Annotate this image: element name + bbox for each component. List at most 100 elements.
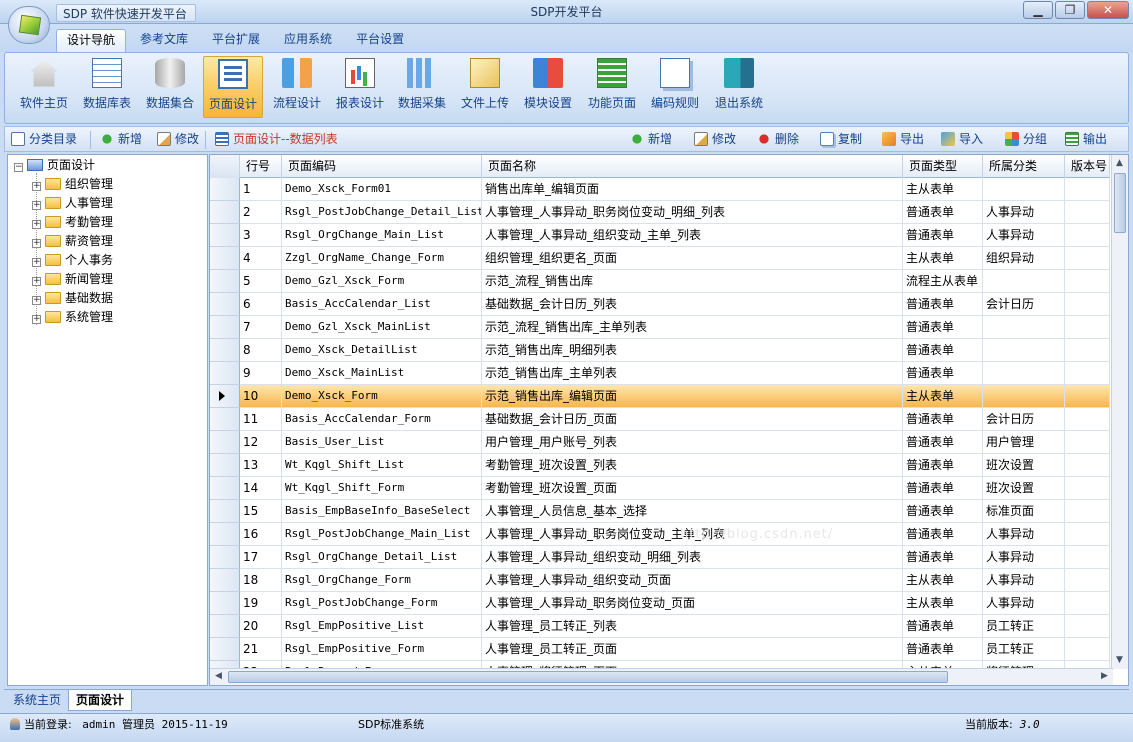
column-header-version[interactable]: 版本号: [1065, 155, 1110, 178]
cell-page-name[interactable]: 人事管理_人事异动_组织变动_页面: [482, 569, 903, 592]
dataset-button[interactable]: 数据集合: [141, 56, 199, 118]
row-header[interactable]: [210, 431, 240, 454]
database-table-button[interactable]: 数据库表: [77, 56, 137, 118]
column-header-row-number[interactable]: 行号: [240, 155, 282, 178]
expand-icon[interactable]: +: [32, 201, 41, 210]
expand-icon[interactable]: +: [32, 315, 41, 324]
cell-page-type[interactable]: 主从表单: [903, 385, 983, 408]
cell-category[interactable]: 人事异动: [983, 201, 1065, 224]
scroll-down-icon[interactable]: ▼: [1112, 653, 1127, 668]
tab-platform-settings[interactable]: 平台设置: [346, 29, 414, 52]
table-row[interactable]: 9 Demo_Xsck_MainList 示范_销售出库_主单列表 普通表单: [240, 362, 1110, 385]
cell-category[interactable]: [983, 316, 1065, 339]
software-home-button[interactable]: 软件主页: [15, 56, 73, 118]
cell-category[interactable]: 标准页面: [983, 500, 1065, 523]
cell-page-code[interactable]: Demo_Gzl_Xsck_MainList: [282, 316, 482, 339]
table-row[interactable]: 5 Demo_Gzl_Xsck_Form 示范_流程_销售出库 流程主从表单: [240, 270, 1110, 293]
cell-version[interactable]: [1065, 500, 1110, 523]
row-header[interactable]: [210, 293, 240, 316]
cell-version[interactable]: [1065, 431, 1110, 454]
cell-page-name[interactable]: 示范_销售出库_明细列表: [482, 339, 903, 362]
tab-platform-extension[interactable]: 平台扩展: [202, 29, 270, 52]
file-upload-button[interactable]: 文件上传: [456, 56, 514, 118]
cell-page-code[interactable]: Wt_Kqgl_Shift_List: [282, 454, 482, 477]
cell-page-type[interactable]: 普通表单: [903, 615, 983, 638]
group-button[interactable]: 分组: [1005, 131, 1047, 149]
vertical-scrollbar[interactable]: ▲ ▼: [1111, 155, 1128, 669]
cell-row-number[interactable]: 7: [240, 316, 282, 339]
scroll-right-icon[interactable]: ▶: [1097, 669, 1112, 684]
flow-design-button[interactable]: 流程设计: [267, 56, 327, 118]
cell-page-name[interactable]: 示范_销售出库_主单列表: [482, 362, 903, 385]
cell-row-number[interactable]: 2: [240, 201, 282, 224]
cell-page-code[interactable]: Demo_Xsck_Form01: [282, 178, 482, 201]
function-page-button[interactable]: 功能页面: [582, 56, 642, 118]
cell-version[interactable]: [1065, 408, 1110, 431]
table-row[interactable]: 8 Demo_Xsck_DetailList 示范_销售出库_明细列表 普通表单: [240, 339, 1110, 362]
cell-version[interactable]: [1065, 270, 1110, 293]
restore-button[interactable]: ❐: [1055, 1, 1085, 19]
table-row[interactable]: 11 Basis_AccCalendar_Form 基础数据_会计日历_页面 普通表单…: [240, 408, 1110, 431]
cell-page-name[interactable]: 人事管理_员工转正_页面: [482, 638, 903, 661]
select-all-corner[interactable]: [210, 155, 240, 178]
table-row[interactable]: 6 Basis_AccCalendar_List 基础数据_会计日历_列表 普通表单会…: [240, 293, 1110, 316]
tree-node[interactable]: + 基础数据: [32, 289, 113, 307]
delete-button[interactable]: 删除: [757, 131, 799, 149]
cell-row-number[interactable]: 20: [240, 615, 282, 638]
cell-page-code[interactable]: Rsgl_OrgChange_Main_List: [282, 224, 482, 247]
cell-page-name[interactable]: 人事管理_人事异动_组织变动_主单_列表: [482, 224, 903, 247]
table-row[interactable]: 3 Rsgl_OrgChange_Main_List 人事管理_人事异动_组织变动_…: [240, 224, 1110, 247]
cell-page-code[interactable]: Basis_EmpBaseInfo_BaseSelect: [282, 500, 482, 523]
cell-page-type[interactable]: 普通表单: [903, 546, 983, 569]
cell-page-type[interactable]: 普通表单: [903, 638, 983, 661]
cell-page-type[interactable]: 普通表单: [903, 500, 983, 523]
expand-icon[interactable]: +: [32, 182, 41, 191]
cell-version[interactable]: [1065, 339, 1110, 362]
cell-page-type[interactable]: 主从表单: [903, 178, 983, 201]
cell-row-number[interactable]: 21: [240, 638, 282, 661]
cell-page-code[interactable]: Demo_Gzl_Xsck_Form: [282, 270, 482, 293]
expand-icon[interactable]: +: [32, 277, 41, 286]
cell-page-name[interactable]: 人事管理_人事异动_职务岗位变动_主单_列表: [482, 523, 903, 546]
cell-category[interactable]: 用户管理: [983, 431, 1065, 454]
cell-version[interactable]: [1065, 592, 1110, 615]
expand-icon[interactable]: +: [32, 296, 41, 305]
tab-design-nav[interactable]: 设计导航: [56, 29, 127, 52]
cell-page-type[interactable]: 普通表单: [903, 293, 983, 316]
cell-version[interactable]: [1065, 454, 1110, 477]
table-row[interactable]: 17 Rsgl_OrgChange_Detail_List 人事管理_人事异动_组织…: [240, 546, 1110, 569]
cell-category[interactable]: 班次设置: [983, 454, 1065, 477]
cell-version[interactable]: [1065, 569, 1110, 592]
cell-page-name[interactable]: 考勤管理_班次设置_列表: [482, 454, 903, 477]
cell-row-number[interactable]: 1: [240, 178, 282, 201]
cell-category[interactable]: 人事异动: [983, 523, 1065, 546]
code-rule-button[interactable]: 编码规则: [646, 56, 704, 118]
table-row[interactable]: 21 Rsgl_EmpPositive_Form 人事管理_员工转正_页面 普通表单员…: [240, 638, 1110, 661]
tree-node[interactable]: + 新闻管理: [32, 270, 113, 288]
column-header-category[interactable]: 所属分类: [983, 155, 1065, 178]
cell-row-number[interactable]: 6: [240, 293, 282, 316]
cell-category[interactable]: 人事异动: [983, 592, 1065, 615]
row-header[interactable]: [210, 224, 240, 247]
row-header[interactable]: [210, 385, 240, 408]
cell-row-number[interactable]: 14: [240, 477, 282, 500]
vertical-scroll-thumb[interactable]: [1114, 173, 1126, 233]
cell-category[interactable]: [983, 270, 1065, 293]
cell-page-name[interactable]: 人事管理_人员信息_基本_选择: [482, 500, 903, 523]
cell-category[interactable]: 人事异动: [983, 546, 1065, 569]
cell-version[interactable]: [1065, 523, 1110, 546]
tab-page-design[interactable]: 页面设计: [68, 690, 133, 711]
tree-node[interactable]: + 考勤管理: [32, 213, 113, 231]
table-row[interactable]: 13 Wt_Kqgl_Shift_List 考勤管理_班次设置_列表 普通表单 班次设置: [240, 454, 1110, 477]
cell-page-code[interactable]: Rsgl_PostJobChange_Form: [282, 592, 482, 615]
row-header[interactable]: [210, 615, 240, 638]
cell-row-number[interactable]: 8: [240, 339, 282, 362]
cell-version[interactable]: [1065, 178, 1110, 201]
import-button[interactable]: 导入: [941, 131, 983, 149]
cell-category[interactable]: 班次设置: [983, 477, 1065, 500]
cell-page-type[interactable]: 普通表单: [903, 431, 983, 454]
cell-row-number[interactable]: 15: [240, 500, 282, 523]
cell-page-type[interactable]: 普通表单: [903, 477, 983, 500]
cell-page-name[interactable]: 示范_流程_销售出库: [482, 270, 903, 293]
cell-category[interactable]: [983, 339, 1065, 362]
